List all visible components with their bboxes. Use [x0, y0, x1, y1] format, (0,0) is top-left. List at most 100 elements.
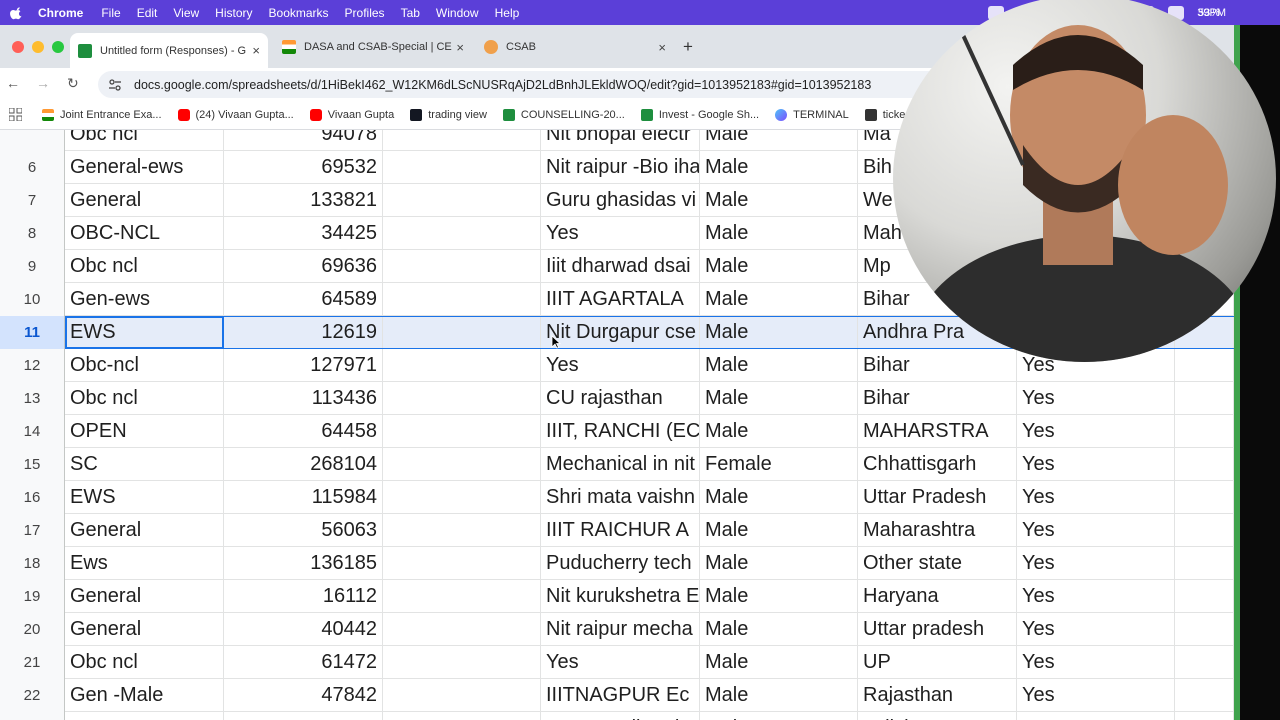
menu-clock[interactable]: 39PM	[1197, 7, 1226, 19]
cell-b[interactable]: 268104	[224, 448, 383, 481]
cell-e[interactable]: Male	[700, 217, 858, 250]
cell-e[interactable]: Male	[700, 712, 858, 720]
row-header[interactable]: 14	[0, 415, 65, 448]
cell-a[interactable]: General-ews	[65, 151, 224, 184]
cell-e[interactable]: Male	[700, 547, 858, 580]
reload-icon[interactable]: ↻	[67, 75, 79, 92]
cell-e[interactable]: Male	[700, 130, 858, 151]
cell-e[interactable]: Male	[700, 184, 858, 217]
cell-b[interactable]: 69636	[224, 250, 383, 283]
row-header[interactable]	[0, 130, 65, 151]
close-window-button[interactable]	[12, 41, 24, 53]
cell-f[interactable]: Bihar	[858, 349, 1017, 382]
table-row[interactable]: 21 Obc ncl 61472 Yes Male UP Yes	[0, 646, 1234, 679]
cell-b[interactable]: 133821	[224, 184, 383, 217]
menu-history[interactable]: History	[215, 6, 252, 20]
row-header[interactable]: 7	[0, 184, 65, 217]
cell-f[interactable]: Uttar Pradesh	[858, 481, 1017, 514]
cell-a[interactable]: Obc ncl	[65, 130, 224, 151]
table-row[interactable]: 15 SC 268104 Mechanical in nit Female Chhatti…	[0, 448, 1234, 481]
row-header[interactable]: 19	[0, 580, 65, 613]
cell-b[interactable]: 40442	[224, 613, 383, 646]
menu-view[interactable]: View	[173, 6, 199, 20]
cell-g[interactable]: Yes	[1017, 613, 1175, 646]
cell-g[interactable]: Yes	[1017, 415, 1175, 448]
cell-g[interactable]: Yes	[1017, 646, 1175, 679]
row-header[interactable]: 18	[0, 547, 65, 580]
cell-f[interactable]: Rajasthan	[858, 679, 1017, 712]
cell-d[interactable]: Nit raipur mecha	[541, 613, 700, 646]
bookmark-jee[interactable]: Joint Entrance Exa...	[42, 108, 162, 121]
cell-f[interactable]: Haryana	[858, 580, 1017, 613]
table-row[interactable]: 17 General 56063 IIIT RAICHUR A Male Maharash…	[0, 514, 1234, 547]
row-header[interactable]: 15	[0, 448, 65, 481]
cell-a[interactable]: Obc ncl	[65, 382, 224, 415]
cell-h[interactable]	[1175, 382, 1234, 415]
cell-d[interactable]: IIIT, RANCHI (EC	[541, 415, 700, 448]
cell-a[interactable]: General	[65, 184, 224, 217]
cell-d[interactable]: Mechanical in nit	[541, 448, 700, 481]
cell-c[interactable]	[383, 547, 541, 580]
cell-c[interactable]	[383, 382, 541, 415]
cell-f[interactable]: MAHARSTRA	[858, 415, 1017, 448]
cell-c[interactable]	[383, 415, 541, 448]
cell-b[interactable]: 47842	[224, 679, 383, 712]
apple-logo-icon[interactable]	[10, 6, 24, 20]
cell-c[interactable]	[383, 250, 541, 283]
cell-d[interactable]: Yes	[541, 217, 700, 250]
cell-b[interactable]: 16112	[224, 580, 383, 613]
cell-h[interactable]	[1175, 481, 1234, 514]
cell-e[interactable]: Male	[700, 250, 858, 283]
cell-f[interactable]: Bihar	[858, 382, 1017, 415]
cell-b[interactable]: 56063	[224, 514, 383, 547]
cell-f[interactable]: Chhattisgarh	[858, 448, 1017, 481]
cell-a[interactable]: General	[65, 514, 224, 547]
row-header[interactable]: 17	[0, 514, 65, 547]
cell-c[interactable]	[383, 184, 541, 217]
table-row[interactable]: 14 OPEN 64458 IIIT, RANCHI (EC Male MAHARSTRA…	[0, 415, 1234, 448]
cell-f[interactable]: Odisha	[858, 712, 1017, 720]
cell-c[interactable]	[383, 217, 541, 250]
cell-b[interactable]: 113436	[224, 382, 383, 415]
cell-d[interactable]: IIITNAGPUR Ec	[541, 679, 700, 712]
cell-g[interactable]: Yes	[1017, 679, 1175, 712]
cell-b[interactable]: 94078	[224, 130, 383, 151]
bookmark-vivaan-gupta[interactable]: Vivaan Gupta	[309, 108, 394, 121]
cell-e[interactable]: Male	[700, 613, 858, 646]
cell-a[interactable]: General	[65, 613, 224, 646]
row-header[interactable]: 20	[0, 613, 65, 646]
cell-h[interactable]	[1175, 547, 1234, 580]
cell-b[interactable]: 135490	[224, 712, 383, 720]
new-tab-icon[interactable]: +	[683, 37, 693, 57]
table-row[interactable]: 23Ews135490 No seat allotedMaleOdishaNo	[0, 712, 1234, 720]
cell-c[interactable]	[383, 283, 541, 316]
cell-h[interactable]	[1175, 613, 1234, 646]
table-row[interactable]: 13 Obc ncl 113436 CU rajasthan Male Bihar Yes	[0, 382, 1234, 415]
row-header[interactable]: 6	[0, 151, 65, 184]
bookmark-terminal[interactable]: TERMINAL	[775, 108, 849, 121]
site-settings-icon[interactable]	[108, 78, 122, 92]
cell-d[interactable]: Puducherry tech	[541, 547, 700, 580]
cell-g[interactable]: Yes	[1017, 448, 1175, 481]
row-header[interactable]: 9	[0, 250, 65, 283]
cell-g[interactable]: Yes	[1017, 580, 1175, 613]
cell-a[interactable]: Gen-ews	[65, 283, 224, 316]
cell-g[interactable]: Yes	[1017, 382, 1175, 415]
bookmark-invest[interactable]: Invest - Google Sh...	[640, 108, 759, 121]
cell-f[interactable]: Other state	[858, 547, 1017, 580]
back-icon[interactable]: ←	[6, 75, 20, 91]
cell-f[interactable]: UP	[858, 646, 1017, 679]
cell-e[interactable]: Male	[700, 481, 858, 514]
cell-c[interactable]	[383, 151, 541, 184]
cell-h[interactable]	[1175, 712, 1234, 720]
row-header[interactable]: 13	[0, 382, 65, 415]
cell-e[interactable]: Male	[700, 283, 858, 316]
row-header[interactable]: 12	[0, 349, 65, 382]
close-tab-icon[interactable]: ×	[252, 43, 260, 58]
cell-e[interactable]: Male	[700, 415, 858, 448]
apps-grid-icon[interactable]	[9, 108, 22, 121]
cell-e[interactable]: Male	[700, 514, 858, 547]
cell-d[interactable]: Nit kurukshetra E	[541, 580, 700, 613]
cell-e[interactable]: Female	[700, 448, 858, 481]
table-row[interactable]: 19 General 16112 Nit kurukshetra E Male Harya…	[0, 580, 1234, 613]
